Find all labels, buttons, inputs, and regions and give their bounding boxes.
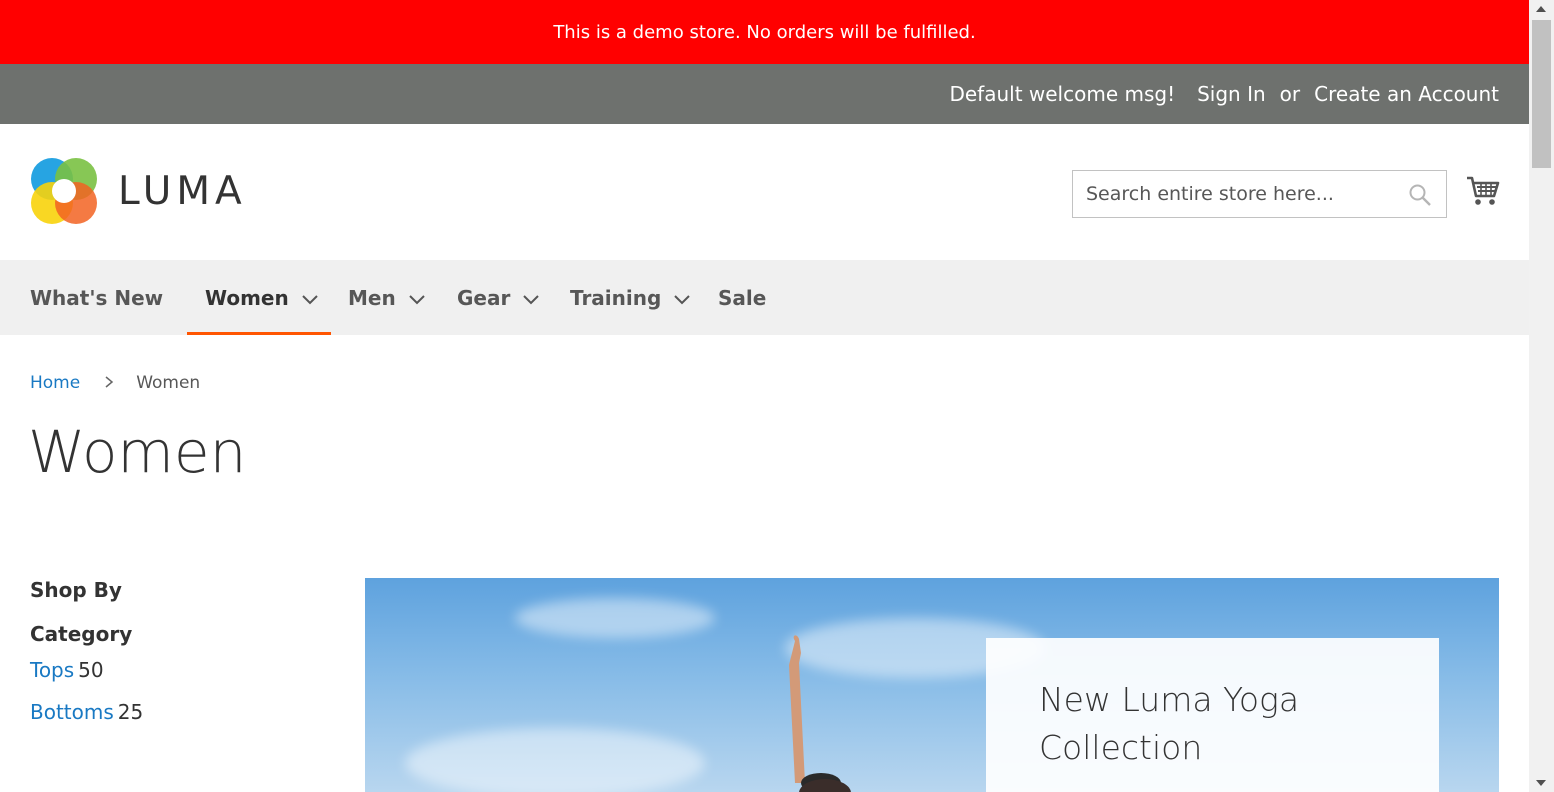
yoga-figure-image: [789, 635, 851, 792]
nav-item-whats-new[interactable]: What's New: [30, 260, 163, 335]
demo-notice-text: This is a demo store. No orders will be …: [553, 21, 976, 43]
header-content: LUMA: [0, 124, 1529, 260]
nav-item-sale[interactable]: Sale: [718, 260, 766, 335]
create-account-link[interactable]: Create an Account: [1314, 82, 1499, 106]
nav-item-label: Sale: [718, 285, 767, 310]
search-box: [1072, 170, 1447, 218]
nav-item-gear[interactable]: Gear: [457, 260, 540, 335]
search-icon[interactable]: [1408, 183, 1432, 211]
scroll-up-icon[interactable]: [1536, 6, 1546, 12]
breadcrumb-current: Women: [136, 373, 201, 393]
page-scrollbar[interactable]: [1529, 0, 1554, 792]
logo-text: LUMA: [118, 168, 247, 214]
or-separator: or: [1279, 82, 1301, 106]
chevron-down-icon: [301, 286, 319, 310]
filter-label[interactable]: Bottoms: [30, 700, 114, 724]
category-filter-title[interactable]: Category: [30, 622, 330, 646]
filter-item-bottoms[interactable]: Bottoms 25: [30, 700, 330, 724]
filter-item-tops[interactable]: Tops 50: [30, 658, 330, 682]
chevron-down-icon: [673, 286, 691, 310]
hero-banner[interactable]: New Luma Yoga Collection: [365, 578, 1499, 792]
scroll-thumb[interactable]: [1532, 20, 1551, 168]
hero-cloud: [515, 598, 715, 638]
filter-count: 50: [78, 658, 104, 682]
filter-count: 25: [117, 700, 144, 724]
page-title: Women: [28, 418, 247, 486]
welcome-message: Default welcome msg!: [949, 82, 1176, 106]
breadcrumb: Home Women: [30, 373, 200, 393]
main-navigation: What's New Women Men Gear Training Sale: [0, 260, 1529, 335]
sign-in-link[interactable]: Sign In: [1197, 82, 1266, 106]
shop-by-heading: Shop By: [30, 578, 122, 602]
chevron-down-icon: [408, 286, 426, 310]
hero-cloud: [405, 728, 705, 792]
logo-link[interactable]: LUMA: [30, 157, 247, 225]
cart-icon[interactable]: [1466, 174, 1500, 212]
luma-logo-icon: [31, 158, 97, 224]
header-panel: Default welcome msg! Sign In or Create a…: [0, 64, 1529, 124]
nav-item-training[interactable]: Training: [570, 260, 691, 335]
nav-item-label: Women: [205, 285, 289, 310]
search-input[interactable]: [1073, 172, 1393, 216]
nav-item-label: What's New: [30, 285, 164, 310]
nav-item-women[interactable]: Women: [187, 260, 331, 335]
demo-store-notice: This is a demo store. No orders will be …: [0, 0, 1529, 64]
nav-item-label: Men: [348, 285, 396, 310]
nav-item-men[interactable]: Men: [348, 260, 426, 335]
scroll-down-icon[interactable]: [1536, 780, 1546, 786]
chevron-down-icon: [522, 286, 540, 310]
breadcrumb-home-link[interactable]: Home: [30, 373, 80, 393]
hero-title: New Luma Yoga Collection: [1039, 680, 1300, 767]
sidebar-filters: Shop By Category Tops 50 Bottoms 25: [30, 578, 330, 724]
nav-item-label: Training: [570, 285, 662, 310]
breadcrumb-chevron-icon: [104, 374, 114, 393]
hero-promo-card: New Luma Yoga Collection: [986, 638, 1439, 792]
filter-label[interactable]: Tops: [30, 658, 74, 682]
nav-item-label: Gear: [457, 285, 511, 310]
